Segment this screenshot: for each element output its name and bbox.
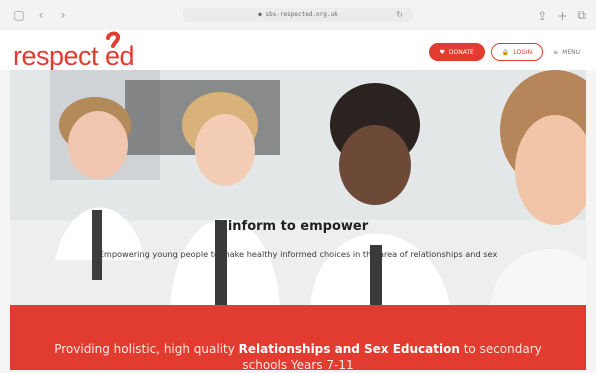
url-text: ● sbs-respected.org.uk [258,11,338,18]
donate-label: DONATE [448,48,474,56]
tabs-icon[interactable]: ⧉ [577,8,586,23]
hero-banner: inform to empower Empowering young peopl… [10,70,586,305]
intro-text-pre: Providing holistic, high quality [54,342,239,356]
intro-text: Providing holistic, high quality Relatio… [30,341,566,373]
share-icon[interactable]: ⇪ [537,9,547,23]
hero-subtitle: Empowering young people to make healthy … [98,249,498,259]
intro-band: Providing holistic, high quality Relatio… [10,305,586,373]
browser-toolbar: ▢ ‹ › ● sbs-respected.org.uk ↻ ⇪ + ⧉ [0,0,596,31]
back-icon[interactable]: ‹ [34,8,48,22]
hero-photo [10,70,586,305]
donate-icon: ♥ [439,48,445,56]
site-logo[interactable]: respect ed [13,31,153,71]
menu-label: MENU [562,48,580,56]
browser-left-controls: ▢ ‹ › [12,8,70,22]
login-label: LOGIN [513,48,533,56]
hamburger-icon: ≡ [553,48,559,56]
browser-right-controls: ⇪ + ⧉ [537,8,586,23]
login-button[interactable]: 🔒 LOGIN [490,43,544,61]
address-bar[interactable]: ● sbs-respected.org.uk ↻ [183,8,413,22]
lock-icon: 🔒 [501,48,510,56]
menu-button[interactable]: ≡ MENU [549,49,584,56]
refresh-icon[interactable]: ↻ [396,8,403,22]
intro-text-bold: Relationships and Sex Education [238,342,460,356]
hero-title: inform to empower [227,219,369,234]
header-nav: ♥ DONATE 🔒 LOGIN ≡ MENU [428,43,584,61]
donate-button[interactable]: ♥ DONATE [428,43,485,61]
new-tab-icon[interactable]: + [557,9,567,23]
sidebar-icon[interactable]: ▢ [12,8,26,22]
forward-icon[interactable]: › [56,8,70,22]
logo-mark-icon [106,31,121,48]
